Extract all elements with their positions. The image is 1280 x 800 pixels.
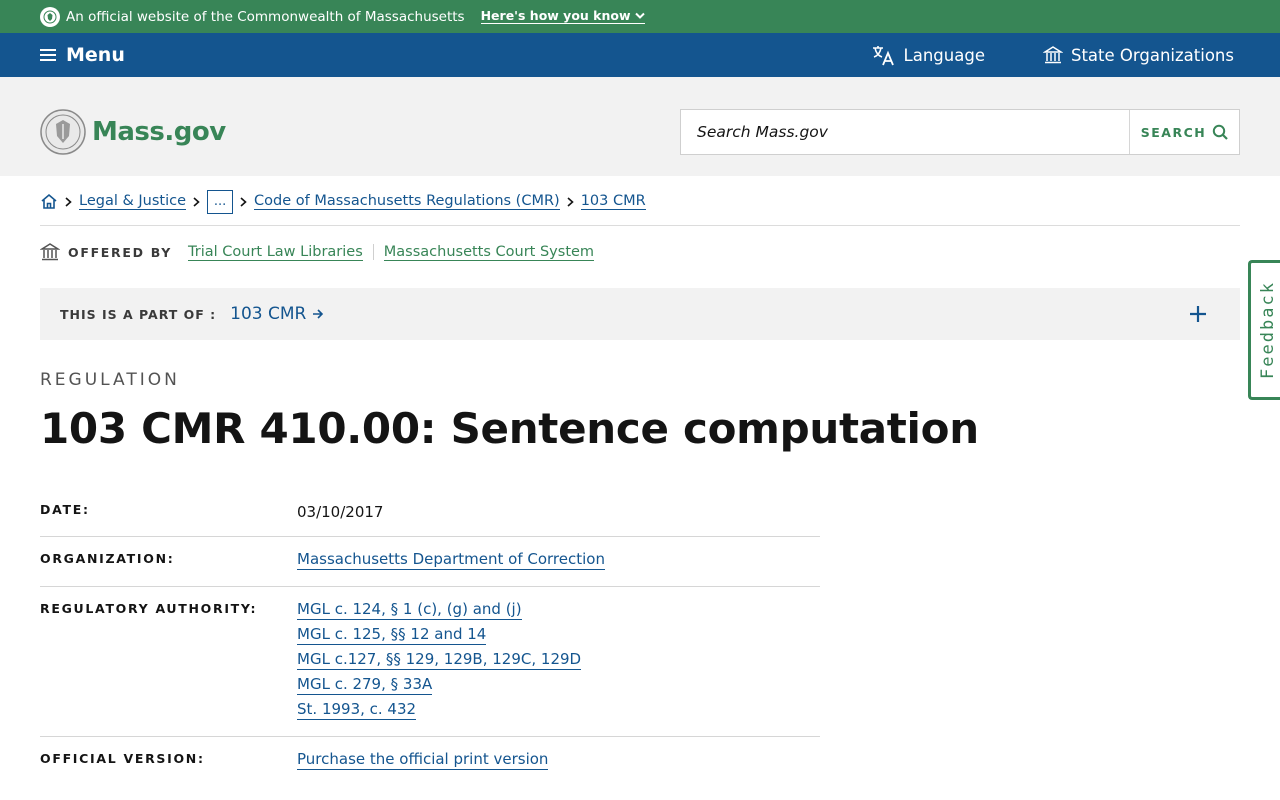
breadcrumb-103-cmr[interactable]: 103 CMR	[580, 193, 646, 210]
arrow-right-icon	[313, 309, 324, 319]
top-navigation: Menu Language State Organizations	[0, 33, 1280, 77]
plus-icon	[1190, 306, 1206, 322]
part-of-link-label: 103 CMR	[230, 304, 307, 324]
page-title: 103 CMR 410.00: Sentence computation	[40, 404, 979, 453]
building-icon	[40, 243, 60, 261]
building-icon	[1042, 46, 1063, 64]
regulation-details: DATE: 03/10/2017 ORGANIZATION: Massachus…	[40, 488, 820, 786]
authority-label: REGULATORY AUTHORITY:	[40, 601, 258, 616]
purchase-official-version-link[interactable]: Purchase the official print version	[297, 749, 549, 770]
hamburger-icon	[40, 49, 56, 61]
language-label: Language	[903, 45, 985, 65]
page-category: REGULATION	[40, 370, 180, 390]
commonwealth-seal-icon	[40, 109, 86, 155]
site-header: Mass.gov SEARCH	[0, 77, 1280, 176]
breadcrumb-expand-button[interactable]: ...	[207, 189, 234, 214]
menu-button[interactable]: Menu	[40, 33, 125, 77]
chevron-right-icon	[567, 196, 574, 207]
site-search: SEARCH	[680, 109, 1240, 155]
mass-gov-logo[interactable]: Mass.gov	[40, 109, 226, 155]
official-site-banner: An official website of the Commonwealth …	[0, 0, 1280, 33]
chevron-right-icon	[193, 196, 200, 207]
offered-by-org-trial-court[interactable]: Trial Court Law Libraries	[188, 244, 363, 261]
divider	[372, 244, 374, 260]
authority-link[interactable]: MGL c. 124, § 1 (c), (g) and (j)	[297, 599, 522, 620]
part-of-label: THIS IS A PART OF :	[60, 306, 217, 322]
search-button[interactable]: SEARCH	[1129, 110, 1239, 154]
search-button-label: SEARCH	[1140, 124, 1207, 140]
offered-by-org-court-system[interactable]: Massachusetts Court System	[383, 244, 595, 261]
detail-row-date: DATE: 03/10/2017	[40, 488, 820, 537]
detail-row-official-version: OFFICIAL VERSION: Purchase the official …	[40, 737, 820, 786]
how-you-know-label: Here's how you know	[480, 8, 631, 23]
authority-link[interactable]: MGL c. 279, § 33A	[297, 674, 433, 695]
state-organizations-label: State Organizations	[1070, 45, 1234, 65]
search-icon	[1213, 124, 1229, 140]
official-version-label: OFFICIAL VERSION:	[40, 751, 205, 766]
chevron-right-icon	[240, 196, 247, 207]
breadcrumb-cmr[interactable]: Code of Massachusetts Regulations (CMR)	[254, 193, 560, 210]
banner-text: An official website of the Commonwealth …	[66, 8, 465, 25]
organization-label: ORGANIZATION:	[40, 551, 175, 566]
search-input[interactable]	[681, 110, 1129, 154]
state-seal-icon	[40, 6, 60, 27]
offered-by: OFFERED BY Trial Court Law Libraries Mas…	[40, 240, 595, 264]
date-label: DATE:	[40, 502, 90, 517]
expand-plus-button[interactable]	[1184, 300, 1212, 328]
translate-icon	[872, 46, 894, 66]
breadcrumb: Legal & Justice ... Code of Massachusett…	[40, 189, 1240, 226]
language-button[interactable]: Language	[872, 44, 985, 66]
home-icon[interactable]	[40, 193, 58, 210]
detail-row-organization: ORGANIZATION: Massachusetts Department o…	[40, 537, 820, 587]
feedback-tab[interactable]: Feedback	[1248, 260, 1280, 400]
part-of-panel: THIS IS A PART OF : 103 CMR	[40, 288, 1240, 340]
how-you-know-toggle[interactable]: Here's how you know	[480, 8, 645, 24]
feedback-label: Feedback	[1257, 281, 1278, 379]
authority-link[interactable]: MGL c. 125, §§ 12 and 14	[297, 624, 487, 645]
authority-link[interactable]: St. 1993, c. 432	[297, 699, 417, 720]
chevron-right-icon	[65, 196, 72, 207]
part-of-link[interactable]: 103 CMR	[230, 304, 324, 324]
breadcrumb-legal-justice[interactable]: Legal & Justice	[79, 193, 187, 210]
detail-row-authority: REGULATORY AUTHORITY: MGL c. 124, § 1 (c…	[40, 587, 820, 737]
logo-wordmark: Mass.gov	[92, 117, 226, 147]
offered-by-label: OFFERED BY	[68, 244, 173, 260]
organization-link[interactable]: Massachusetts Department of Correction	[297, 549, 605, 570]
chevron-down-icon	[634, 12, 645, 19]
authority-link[interactable]: MGL c.127, §§ 129, 129B, 129C, 129D	[297, 649, 582, 670]
date-value: 03/10/2017	[297, 503, 384, 521]
state-organizations-button[interactable]: State Organizations	[1042, 45, 1234, 65]
menu-label: Menu	[66, 44, 125, 66]
